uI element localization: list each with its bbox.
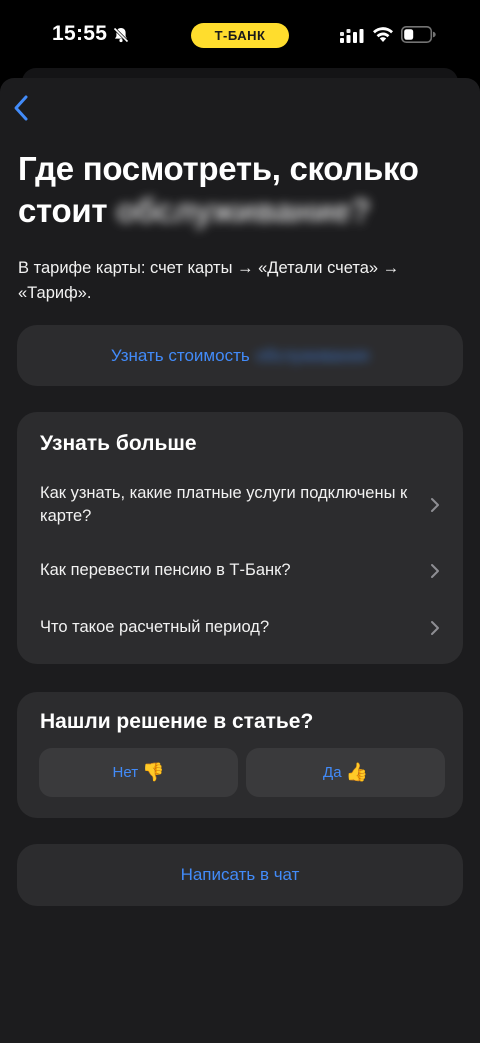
check-cost-button[interactable]: Узнать стоимость обслуживания [17, 325, 463, 386]
page-title: Где посмотреть, сколько стоит обслуживан… [18, 148, 458, 232]
learn-more-card: Узнать больше Как узнать, какие платные … [17, 412, 463, 664]
thumbs-down-icon: 👎 [142, 762, 165, 782]
list-item-paid-services[interactable]: Как узнать, какие платные услуги подключ… [40, 482, 450, 528]
feedback-yes-button[interactable]: Да 👍 [246, 748, 445, 797]
list-item-billing-period[interactable]: Что такое расчетный период? [40, 616, 450, 639]
status-time: 15:55 [52, 22, 108, 45]
feedback-title: Нашли решение в статье? [40, 710, 314, 733]
write-to-chat-label: Написать в чат [180, 865, 300, 884]
chevron-right-icon [431, 620, 439, 635]
wifi-icon [373, 27, 393, 42]
check-cost-label: Узнать стоимость [110, 345, 250, 365]
write-to-chat-button[interactable]: Написать в чат [17, 844, 463, 906]
list-item-pension-transfer[interactable]: Как перевести пенсию в Т-Банк? [40, 559, 450, 582]
chevron-left-icon [14, 95, 28, 121]
check-cost-label-obscured: обслуживания [255, 345, 370, 365]
list-item-label: Как узнать, какие платные услуги подключ… [40, 484, 408, 525]
feedback-card: Нашли решение в статье? Нет 👎 Да 👍 [17, 692, 463, 818]
brand-pill: Т-БАНК [191, 23, 289, 48]
feedback-no-label: Нет [112, 764, 139, 781]
list-item-label: Что такое расчетный период? [40, 618, 270, 636]
chevron-right-icon [431, 498, 439, 512]
status-bar: 15:55 Т-БАНК [0, 0, 480, 66]
feedback-no-button[interactable]: Нет 👎 [39, 748, 238, 797]
thumbs-up-icon: 👍 [345, 762, 368, 782]
back-button[interactable] [8, 90, 38, 126]
battery-icon [401, 26, 436, 43]
chevron-right-icon [431, 563, 439, 578]
signal-icon [340, 29, 364, 43]
page-subtitle: В тарифе карты: счет карты → «Детали сче… [18, 259, 400, 302]
list-item-label: Как перевести пенсию в Т-Банк? [40, 561, 291, 579]
learn-more-title: Узнать больше [40, 432, 197, 455]
page-title-obscured: обслуживание? [116, 192, 371, 229]
bell-slash-icon [113, 27, 129, 43]
screen: 15:55 Т-БАНК Где посмотреть, сколько сто… [0, 0, 480, 1043]
feedback-yes-label: Да [323, 764, 342, 781]
